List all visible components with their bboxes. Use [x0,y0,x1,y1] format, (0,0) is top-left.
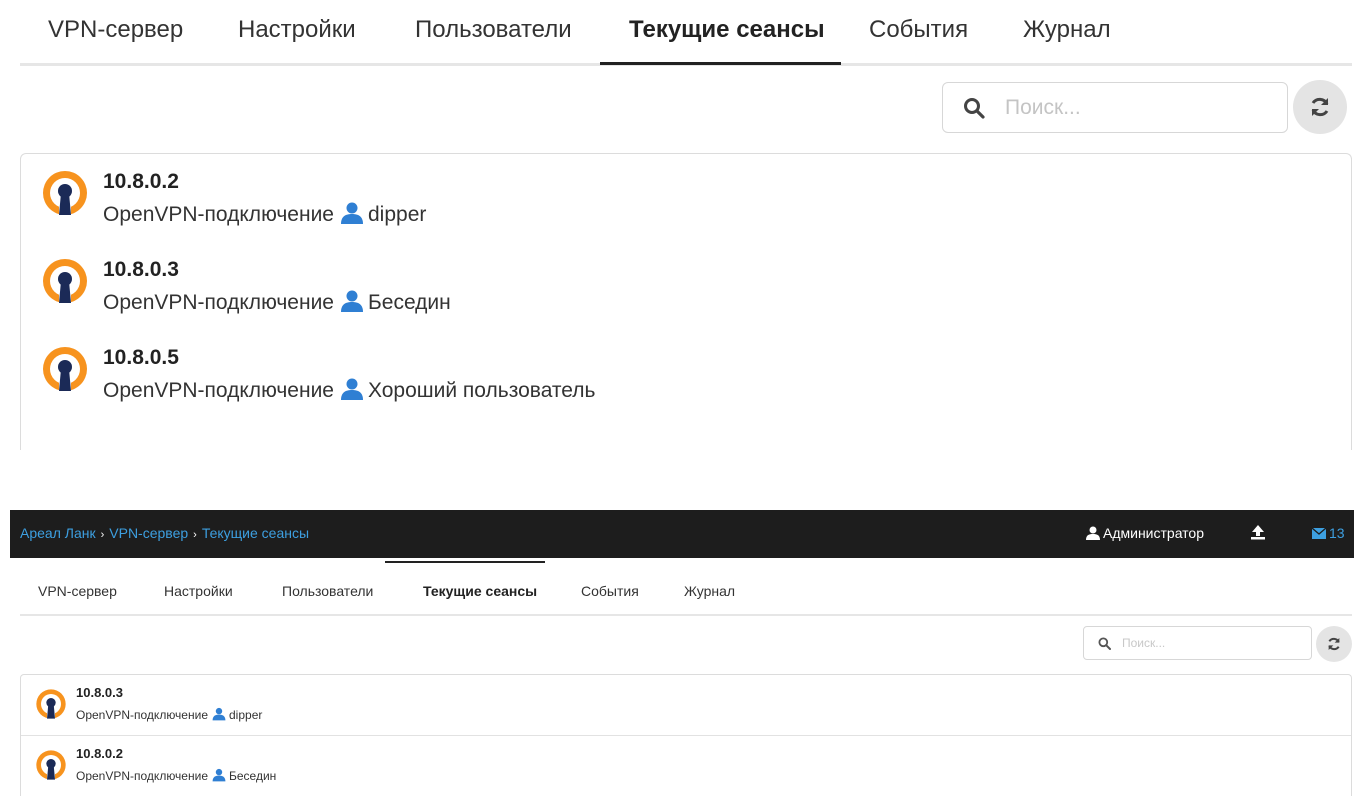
session-list: 10.8.0.3 OpenVPN-подключение dipper 10.8.… [20,674,1352,796]
tab-bar: VPN-сервер Настройки Пользователи Текущи… [20,562,1352,616]
breadcrumb-separator: › [100,529,105,541]
tab-users[interactable]: Пользователи [282,583,373,599]
session-item[interactable]: 10.8.0.2 OpenVPN-подключение dipper [41,154,1241,226]
search-input[interactable]: Поиск... [1083,626,1312,660]
openvpn-icon [41,345,89,398]
user-menu[interactable]: Администратор [1086,525,1204,541]
normal-view: Ареал Ланк › VPN-сервер › Текущие сеансы Адм… [0,510,1354,796]
tab-current-sessions[interactable]: Текущие сеансы [629,16,825,44]
user-icon [212,768,226,785]
session-details: OpenVPN-подключение Беседин [103,290,451,318]
session-ip: 10.8.0.3 [76,685,123,700]
tab-bar: VPN-сервер Настройки Пользователи Текущи… [20,0,1352,66]
user-icon [340,378,364,406]
session-ip: 10.8.0.2 [76,746,123,761]
session-item[interactable]: 10.8.0.5 OpenVPN-подключение Хороший поль… [41,330,1241,402]
session-ip: 10.8.0.2 [103,170,179,193]
mail-icon [1311,527,1327,539]
refresh-button[interactable] [1316,626,1352,662]
session-details: OpenVPN-подключение Хороший пользователь [103,378,596,406]
tab-current-sessions[interactable]: Текущие сеансы [423,583,537,599]
breadcrumb-vpn-server[interactable]: VPN-сервер [109,525,188,541]
session-type: OpenVPN-подключение [103,291,334,314]
user-name: Администратор [1103,525,1205,541]
session-type: OpenVPN-подключение [76,769,208,783]
refresh-button[interactable] [1293,80,1347,134]
top-navbar: Ареал Ланк › VPN-сервер › Текущие сеансы Адм… [10,510,1354,558]
upload-icon[interactable] [1250,524,1266,545]
refresh-icon [1311,97,1329,117]
openvpn-icon [41,169,89,222]
session-user: dipper [229,708,263,722]
breadcrumb-separator: › [193,529,197,541]
mail-count: 13 [1329,525,1345,541]
session-item[interactable]: 10.8.0.3 OpenVPN-подключение Беседин [41,242,1241,314]
tab-vpn-server[interactable]: VPN-сервер [38,583,117,599]
session-details: OpenVPN-подключение dipper [103,202,426,230]
session-list: 10.8.0.2 OpenVPN-подключение dipper 10.8.… [20,153,1352,450]
tab-vpn-server[interactable]: VPN-сервер [48,16,183,44]
tab-journal[interactable]: Журнал [1023,16,1111,44]
session-details: OpenVPN-подключение Беседин [76,768,276,785]
session-user: Беседин [367,291,451,314]
tab-journal[interactable]: Журнал [684,583,735,599]
breadcrumb-current-sessions[interactable]: Текущие сеансы [202,525,309,541]
session-type: OpenVPN-подключение [103,379,334,402]
session-item[interactable]: 10.8.0.2 OpenVPN-подключение Беседин [21,735,1351,795]
session-user: Беседин [229,769,277,783]
session-details: OpenVPN-подключение dipper [76,707,262,724]
refresh-icon [1328,637,1340,651]
breadcrumb: Ареал Ланк › VPN-сервер › Текущие сеансы [20,525,309,541]
search-input[interactable]: Поиск... [942,82,1288,133]
tab-settings[interactable]: Настройки [164,583,233,599]
openvpn-icon [41,257,89,310]
search-icon [963,97,985,124]
breadcrumb-home[interactable]: Ареал Ланк [20,525,96,541]
openvpn-icon [35,749,67,786]
tab-users[interactable]: Пользователи [415,16,572,44]
session-ip: 10.8.0.3 [103,258,179,281]
mail-counter[interactable]: 13 [1311,525,1345,541]
session-type: OpenVPN-подключение [76,708,208,722]
search-icon [1098,637,1111,655]
user-icon [340,202,364,230]
zoomed-view: VPN-сервер Настройки Пользователи Текущи… [0,0,1354,450]
session-user: dipper [367,203,427,226]
user-icon [340,290,364,318]
active-tab-indicator [600,62,841,65]
session-ip: 10.8.0.5 [103,346,179,369]
session-user: Хороший пользователь [367,379,596,402]
user-icon [1086,526,1100,540]
tab-events[interactable]: События [581,583,639,599]
user-icon [212,707,226,724]
openvpn-icon [35,688,67,725]
tab-events[interactable]: События [869,16,968,44]
session-type: OpenVPN-подключение [103,203,334,226]
tab-settings[interactable]: Настройки [238,16,356,44]
search-placeholder: Поиск... [1005,96,1081,119]
session-item[interactable]: 10.8.0.3 OpenVPN-подключение dipper [21,675,1351,735]
active-tab-indicator [385,561,545,563]
search-placeholder: Поиск... [1122,636,1166,650]
